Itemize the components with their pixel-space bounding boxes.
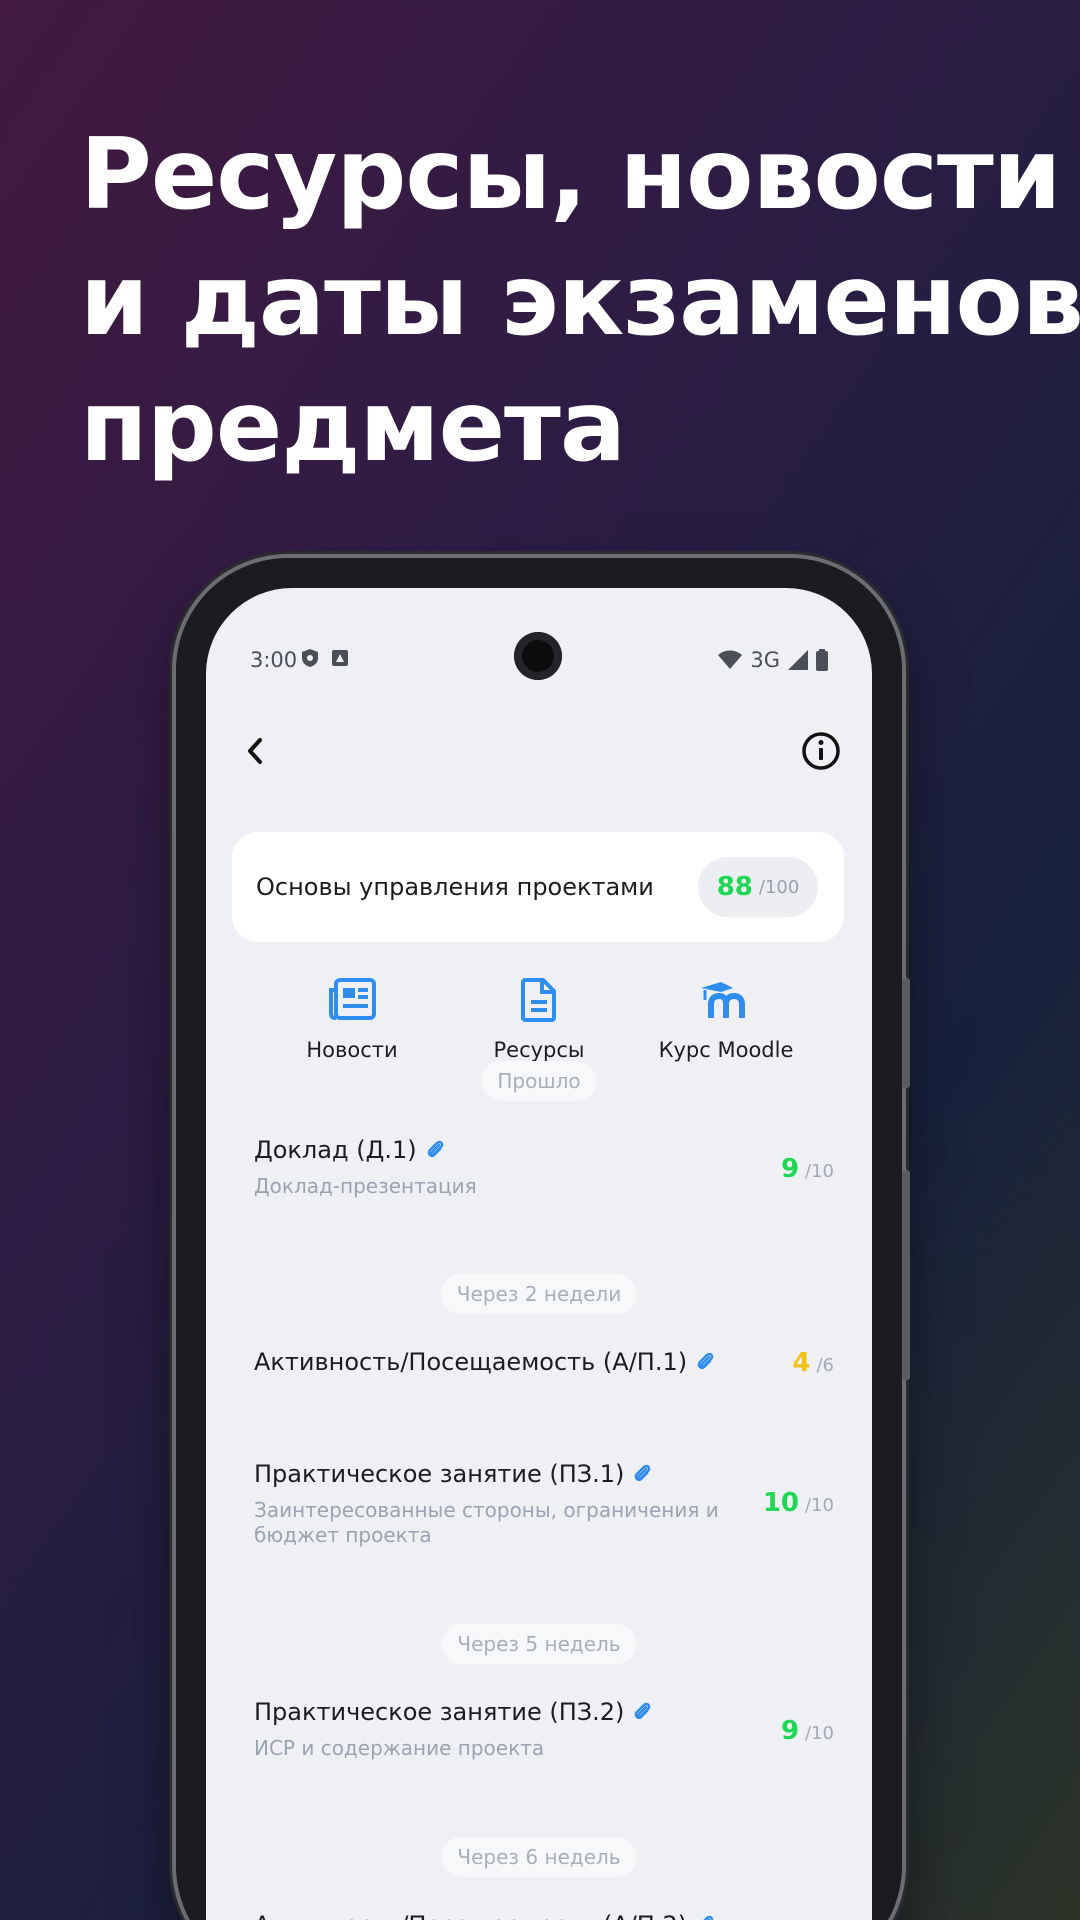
item-subtitle: Заинтересованные стороны, ограничения и … bbox=[254, 1498, 719, 1547]
signal-icon bbox=[788, 650, 808, 670]
item-title-row: Практическое занятие (ПЗ.1) bbox=[254, 1460, 834, 1488]
item-grade-max: /10 bbox=[805, 1161, 834, 1182]
item-title: Практическое занятие (ПЗ.1) bbox=[254, 1460, 625, 1488]
item-grade-value: 10 bbox=[762, 1488, 800, 1518]
item-grade-max: /6 bbox=[816, 1355, 834, 1376]
quick-link-label: Новости bbox=[306, 1038, 398, 1062]
paperclip-icon bbox=[697, 1352, 714, 1370]
item-title: Доклад (Д.1) bbox=[254, 1136, 417, 1164]
quick-link-label: Ресурсы bbox=[493, 1038, 585, 1062]
item-grade: 9 /10 bbox=[781, 1716, 834, 1746]
list-item[interactable]: Активность/Посещаемость (А/П.1) 4 /6 bbox=[254, 1348, 834, 1378]
paperclip-icon bbox=[703, 1915, 714, 1920]
item-grade-value: 9 bbox=[780, 1716, 800, 1746]
info-icon bbox=[802, 732, 840, 770]
list-item[interactable]: Практическое занятие (ПЗ.2) ИСР и содерж… bbox=[254, 1698, 834, 1761]
section-chip-past: Прошло bbox=[481, 1061, 597, 1101]
item-title: Активность/Посещаемость (А/П.1) bbox=[254, 1348, 688, 1376]
section-chip-5-weeks: Через 5 недель bbox=[441, 1624, 637, 1664]
headline-line-2: и даты экзаменов bbox=[80, 244, 1080, 358]
section-chip-6-weeks: Через 6 недель bbox=[441, 1837, 637, 1877]
item-subtitle: Доклад-презентация bbox=[254, 1174, 477, 1198]
paperclip-icon bbox=[635, 1464, 651, 1482]
list-item[interactable]: Доклад (Д.1) Доклад-презентация 9 /10 bbox=[254, 1136, 834, 1199]
headline-line-3: предмета bbox=[80, 370, 626, 484]
phone-frame: 3:00 3G Основы управления проектами 88 /… bbox=[176, 558, 910, 1920]
phone-screen: 3:00 3G Основы управления проектами 88 /… bbox=[206, 588, 872, 1920]
status-time: 3:00 bbox=[250, 648, 298, 672]
volume-button bbox=[902, 1170, 910, 1380]
moodle-icon bbox=[701, 982, 745, 1018]
promo-headline: Ресурсы, новости и даты экзаменов предме… bbox=[80, 112, 1080, 490]
course-score: 88 /100 bbox=[698, 857, 818, 917]
shield-icon bbox=[302, 649, 318, 667]
item-grade: 4 /6 bbox=[792, 1348, 834, 1378]
item-grade-max: /10 bbox=[805, 1723, 834, 1744]
quick-link-news[interactable]: Новости bbox=[252, 978, 452, 1062]
newspaper-icon bbox=[329, 978, 376, 1020]
network-type: 3G bbox=[750, 648, 780, 672]
status-right: 3G bbox=[718, 648, 828, 672]
chevron-left-icon bbox=[248, 738, 262, 764]
quick-link-moodle[interactable]: Курс Moodle bbox=[626, 978, 826, 1062]
notification-icon bbox=[332, 650, 348, 666]
item-title-row: Доклад (Д.1) bbox=[254, 1136, 834, 1164]
item-grade-max: /10 bbox=[805, 1495, 834, 1516]
quick-link-label: Курс Moodle bbox=[658, 1038, 794, 1062]
back-button[interactable] bbox=[232, 728, 278, 774]
paperclip-icon bbox=[427, 1140, 443, 1158]
item-title: Практическое занятие (ПЗ.2) bbox=[254, 1698, 625, 1726]
item-title-row: Активность/Посещаемость (А/П.2) bbox=[254, 1911, 834, 1920]
section-chip-2-weeks: Через 2 недели bbox=[440, 1274, 638, 1314]
camera-cutout bbox=[514, 632, 562, 680]
battery-icon bbox=[816, 649, 828, 671]
paperclip-icon bbox=[635, 1702, 651, 1720]
list-item[interactable]: Активность/Посещаемость (А/П.2) bbox=[254, 1911, 834, 1920]
course-title: Основы управления проектами bbox=[256, 873, 654, 901]
course-score-max: /100 bbox=[758, 876, 800, 898]
quick-link-resources[interactable]: Ресурсы bbox=[439, 978, 639, 1062]
item-title-row: Практическое занятие (ПЗ.2) bbox=[254, 1698, 834, 1726]
item-grade-value: 4 bbox=[792, 1348, 811, 1378]
course-card[interactable]: Основы управления проектами 88 /100 bbox=[232, 832, 844, 942]
item-grade: 10 /10 bbox=[763, 1488, 834, 1518]
info-button[interactable] bbox=[798, 728, 844, 774]
power-button bbox=[902, 978, 910, 1088]
list-item[interactable]: Практическое занятие (ПЗ.1) Заинтересова… bbox=[254, 1460, 834, 1548]
item-title-row: Активность/Посещаемость (А/П.1) bbox=[254, 1348, 834, 1376]
item-title: Активность/Посещаемость (А/П.2) bbox=[254, 1911, 687, 1920]
item-grade: 9 /10 bbox=[781, 1154, 834, 1184]
item-grade-value: 9 bbox=[780, 1154, 800, 1184]
document-icon bbox=[521, 978, 556, 1022]
course-score-value: 88 bbox=[716, 872, 753, 902]
headline-line-1: Ресурсы, новости bbox=[80, 118, 1061, 232]
wifi-icon bbox=[718, 650, 743, 669]
item-subtitle: ИСР и содержание проекта bbox=[254, 1736, 545, 1760]
